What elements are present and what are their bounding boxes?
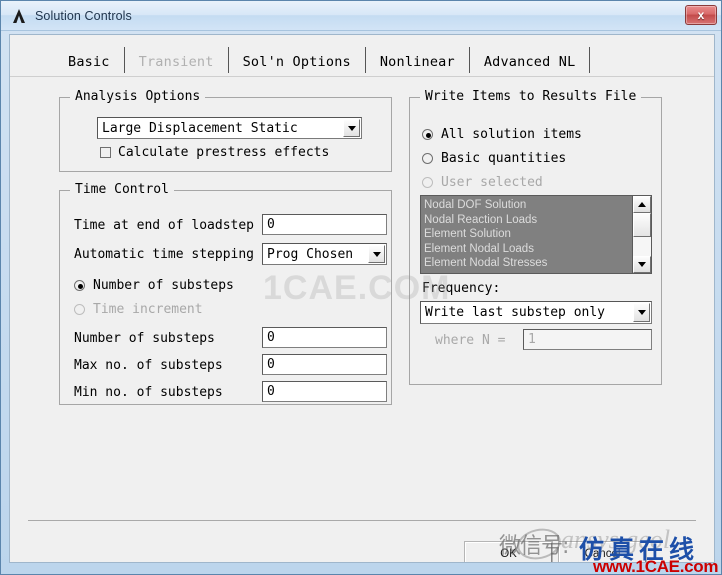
min-substeps-label: Min no. of substeps — [74, 385, 223, 400]
tab-separator — [589, 47, 591, 73]
close-icon: x — [697, 8, 705, 22]
radio-number-of-substeps-label: Number of substeps — [93, 278, 234, 293]
radio-indicator — [74, 304, 85, 315]
number-of-substeps-input[interactable]: 0 — [262, 327, 387, 348]
where-n-label: where N = — [435, 333, 506, 348]
tab-nonlinear[interactable]: Nonlinear — [366, 54, 469, 76]
list-item[interactable]: Element Nodal Stresses — [424, 256, 632, 271]
number-of-substeps-label: Number of substeps — [74, 331, 215, 346]
frequency-value: Write last substep only — [425, 305, 606, 320]
chevron-down-icon[interactable] — [633, 303, 650, 322]
automatic-time-stepping-value: Prog Chosen — [267, 246, 354, 262]
chevron-down-icon[interactable] — [343, 119, 360, 137]
checkbox-box — [100, 147, 111, 158]
radio-basic-quantities[interactable]: Basic quantities — [422, 151, 566, 166]
title-bar[interactable]: Solution Controls x — [1, 1, 721, 31]
where-n-input[interactable]: 1 — [523, 329, 652, 350]
radio-all-solution-items[interactable]: All solution items — [422, 127, 582, 142]
window-title: Solution Controls — [35, 8, 132, 23]
time-end-loadstep-input[interactable]: 0 — [262, 214, 387, 235]
dialog-client-area: Basic Transient Sol'n Options Nonlinear … — [9, 34, 715, 563]
tab-advanced-nl[interactable]: Advanced NL — [470, 54, 590, 76]
scroll-down-icon[interactable] — [633, 256, 651, 273]
min-substeps-input[interactable]: 0 — [262, 381, 387, 402]
automatic-time-stepping-combobox[interactable]: Prog Chosen — [262, 243, 387, 265]
calculate-prestress-label: Calculate prestress effects — [118, 145, 330, 160]
time-control-legend: Time Control — [70, 182, 174, 197]
list-item[interactable]: Nodal Reaction Loads — [424, 213, 632, 228]
radio-basic-quantities-label: Basic quantities — [441, 151, 567, 166]
scrollbar-thumb[interactable] — [633, 213, 651, 237]
ansys-lambda-icon — [9, 6, 29, 26]
list-item[interactable]: Element Solution — [424, 227, 632, 242]
radio-number-of-substeps[interactable]: Number of substeps — [74, 278, 234, 293]
solution-items-listbox[interactable]: Nodal DOF Solution Nodal Reaction Loads … — [420, 195, 652, 274]
scroll-up-icon[interactable] — [633, 196, 651, 213]
time-end-loadstep-label: Time at end of loadstep — [74, 218, 255, 233]
frequency-combobox[interactable]: Write last substep only — [420, 301, 652, 324]
calculate-prestress-checkbox[interactable]: Calculate prestress effects — [100, 145, 329, 160]
listbox-scrollbar[interactable] — [632, 196, 651, 273]
list-item[interactable]: Element Nodal Loads — [424, 242, 632, 257]
radio-user-selected-label: User selected — [441, 175, 543, 190]
tab-strip: Basic Transient Sol'n Options Nonlinear … — [10, 35, 714, 77]
max-substeps-label: Max no. of substeps — [74, 358, 223, 373]
radio-user-selected[interactable]: User selected — [422, 175, 543, 190]
analysis-type-combobox[interactable]: Large Displacement Static — [97, 117, 362, 139]
solution-controls-window: Solution Controls x Basic Transient Sol'… — [0, 0, 722, 575]
radio-time-increment[interactable]: Time increment — [74, 302, 203, 317]
radio-time-increment-label: Time increment — [93, 302, 203, 317]
chevron-down-icon[interactable] — [368, 245, 385, 263]
max-substeps-input[interactable]: 0 — [262, 354, 387, 375]
radio-indicator — [422, 177, 433, 188]
radio-indicator — [74, 280, 85, 291]
radio-all-solution-items-label: All solution items — [441, 127, 582, 142]
analysis-type-value: Large Displacement Static — [102, 120, 298, 136]
cancel-button[interactable]: Cancel — [558, 541, 647, 562]
close-button[interactable]: x — [685, 5, 717, 25]
write-items-legend: Write Items to Results File — [420, 89, 642, 104]
analysis-options-legend: Analysis Options — [70, 89, 206, 104]
footer-separator — [28, 520, 696, 521]
scrollbar-track[interactable] — [633, 213, 651, 256]
solution-items-list: Nodal DOF Solution Nodal Reaction Loads … — [421, 196, 632, 273]
list-item[interactable]: Nodal DOF Solution — [424, 198, 632, 213]
tab-transient[interactable]: Transient — [125, 54, 228, 76]
radio-indicator — [422, 129, 433, 140]
ok-button[interactable]: OK — [464, 541, 553, 562]
tab-soln-options[interactable]: Sol'n Options — [229, 54, 365, 76]
frequency-label: Frequency: — [422, 281, 501, 296]
automatic-time-stepping-label: Automatic time stepping — [74, 247, 255, 262]
tab-basic[interactable]: Basic — [54, 54, 124, 76]
radio-indicator — [422, 153, 433, 164]
